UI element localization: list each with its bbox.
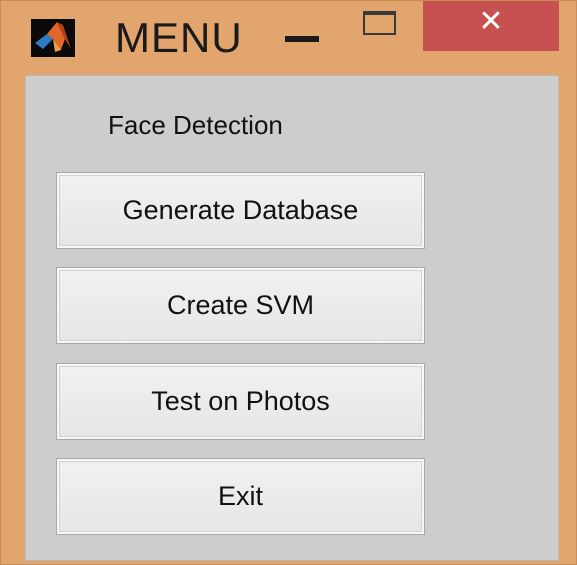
- maximize-button[interactable]: [351, 1, 411, 51]
- window-title: MENU: [115, 14, 243, 61]
- title-bar[interactable]: MENU ✕: [1, 1, 577, 73]
- generate-database-button[interactable]: Generate Database: [56, 172, 425, 249]
- matlab-logo-icon: [31, 19, 75, 57]
- close-button[interactable]: ✕: [423, 1, 559, 51]
- create-svm-button[interactable]: Create SVM: [56, 267, 425, 344]
- menu-panel: Face Detection Generate Database Create …: [25, 75, 559, 561]
- test-on-photos-button[interactable]: Test on Photos: [56, 363, 425, 440]
- maximize-icon: [363, 11, 396, 35]
- menu-window: MENU ✕ Face Detection Generate Database …: [0, 0, 577, 565]
- minimize-icon: [285, 36, 319, 42]
- panel-title: Face Detection: [108, 110, 283, 140]
- minimize-button[interactable]: [277, 1, 333, 51]
- close-icon: ✕: [478, 4, 504, 39]
- exit-button[interactable]: Exit: [56, 458, 425, 535]
